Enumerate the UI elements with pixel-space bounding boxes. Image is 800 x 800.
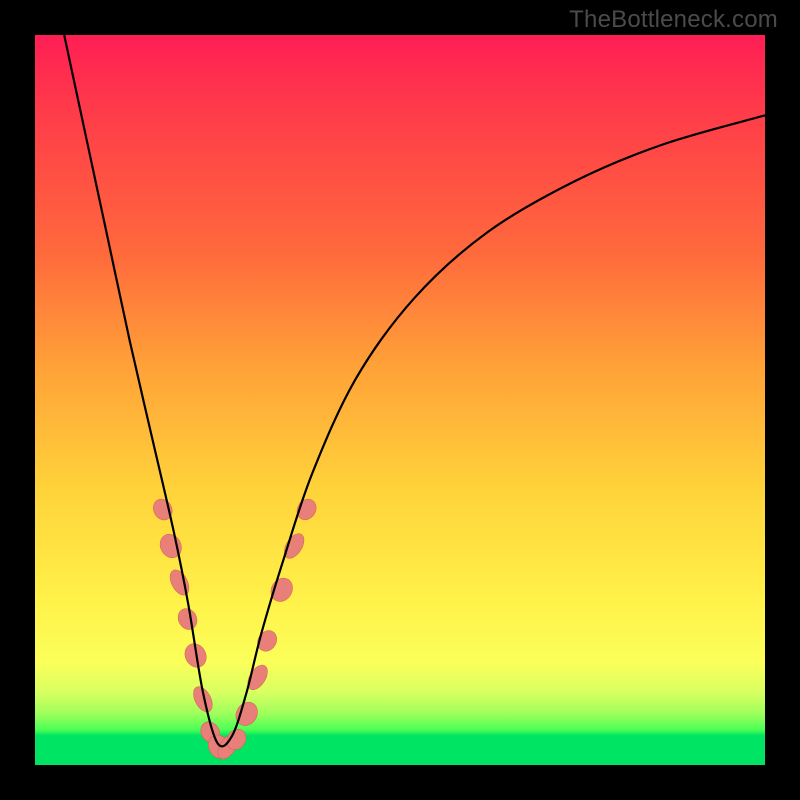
marker-blob bbox=[190, 684, 217, 715]
marker-blob bbox=[156, 530, 186, 561]
marker-blob bbox=[232, 698, 262, 730]
bottleneck-curve bbox=[64, 35, 765, 746]
chart-stage: TheBottleneck.com bbox=[0, 0, 800, 800]
marker-blob bbox=[214, 731, 242, 762]
marker-blob bbox=[175, 605, 201, 633]
marker-blob bbox=[267, 574, 297, 606]
marker-blob bbox=[254, 627, 281, 655]
marker-blobs-group bbox=[150, 496, 320, 763]
marker-blob bbox=[204, 731, 234, 762]
marker-blob bbox=[150, 496, 176, 524]
plot-area bbox=[35, 35, 765, 765]
marker-blob bbox=[223, 726, 250, 754]
marker-blob bbox=[244, 662, 272, 693]
watermark-text: TheBottleneck.com bbox=[569, 6, 778, 34]
marker-blob bbox=[181, 640, 211, 671]
marker-blob bbox=[166, 567, 193, 598]
marker-blob bbox=[197, 718, 223, 746]
marker-blob bbox=[293, 496, 320, 524]
marker-blob bbox=[280, 530, 308, 561]
curve-layer bbox=[35, 35, 765, 765]
